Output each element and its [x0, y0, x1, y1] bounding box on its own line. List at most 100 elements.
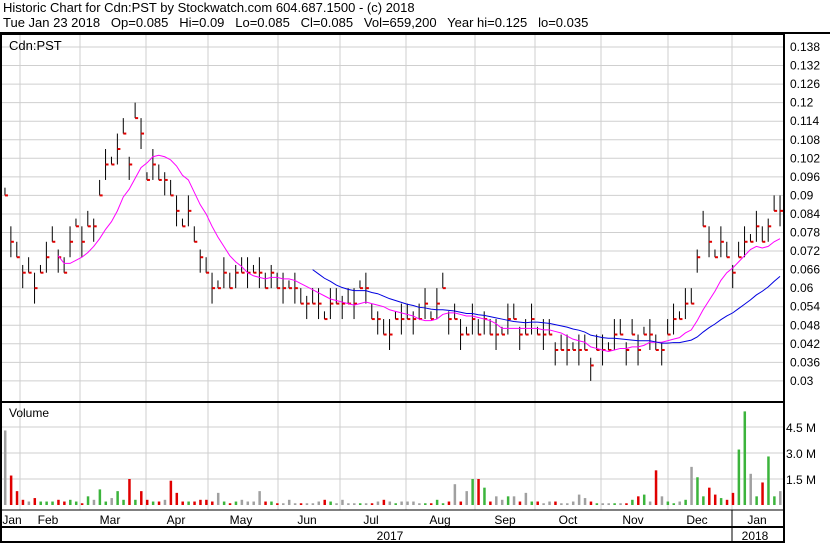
volume-bar [666, 501, 670, 505]
volume-bar [317, 501, 321, 505]
volume-bar [370, 503, 374, 505]
volume-bar [483, 487, 486, 505]
volume-bar [678, 501, 681, 505]
volume-bar [435, 499, 439, 505]
volume-bar [151, 501, 155, 505]
volume-bar [500, 499, 504, 505]
volume-bar [145, 499, 149, 505]
volume-bar [654, 470, 658, 505]
volume-bar [779, 491, 782, 505]
price-tick-label: 0.102 [790, 151, 820, 165]
volume-bar [637, 496, 640, 505]
volume-bar [571, 501, 575, 505]
volume-bar [311, 503, 315, 505]
volume-bar [240, 499, 244, 505]
volume-bar [140, 491, 143, 505]
volume-bar [33, 498, 37, 505]
volume-bar [222, 501, 226, 505]
volume-bar [737, 449, 741, 505]
volume-bar [601, 503, 605, 505]
volume-bar [341, 499, 344, 505]
volume-bar [287, 499, 291, 505]
month-label: Sep [494, 513, 516, 527]
price-panel-label: Cdn:PST [9, 38, 62, 53]
volume-bar [364, 503, 368, 505]
volume-bar [447, 501, 451, 505]
volume-bar [719, 498, 723, 505]
price-tick-label: 0.048 [790, 318, 820, 332]
volume-bar [607, 503, 610, 505]
volume-bar [394, 503, 397, 505]
volume-tick-label: 1.5 M [786, 473, 816, 487]
volume-bar [577, 494, 581, 505]
price-tick-label: 0.114 [790, 114, 819, 128]
price-tick-label: 0.066 [790, 263, 820, 277]
volume-bar [388, 501, 392, 505]
price-tick-label: 0.078 [790, 226, 820, 240]
volume-bar [767, 456, 770, 505]
volume-bar [258, 491, 261, 505]
volume-bar [400, 501, 403, 505]
volume-bar [134, 499, 137, 505]
month-label: Aug [429, 513, 450, 527]
volume-bar [536, 501, 539, 505]
volume-bar [642, 494, 646, 505]
month-label: Dec [686, 513, 707, 527]
volume-bar [264, 501, 267, 505]
volume-bar [412, 501, 415, 505]
volume-bar [358, 503, 362, 505]
volume-tick-label: 4.5 M [786, 421, 816, 435]
volume-bar [122, 499, 125, 505]
volume-bar [51, 501, 54, 505]
price-tick-label: 0.084 [790, 207, 820, 221]
volume-bar [518, 501, 522, 505]
volume-bar [246, 501, 250, 505]
volume-bar [163, 499, 167, 505]
price-tick-label: 0.108 [790, 133, 820, 147]
volume-bar [211, 501, 214, 505]
year-label: 2018 [742, 529, 769, 543]
volume-bar [305, 503, 309, 505]
volume-bar [353, 503, 356, 505]
volume-bar [15, 491, 19, 505]
volume-bar [708, 487, 711, 505]
volume-bar [725, 499, 729, 505]
volume-bar [690, 466, 693, 505]
volume-bar [560, 503, 563, 505]
volume-bar [648, 501, 652, 505]
volume-bar [542, 503, 545, 505]
volume-bar [3, 430, 7, 505]
price-tick-label: 0.036 [790, 355, 820, 369]
price-tick-label: 0.132 [790, 59, 820, 73]
month-label: Jan [2, 513, 21, 527]
volume-bar [116, 491, 119, 505]
volume-bar [566, 503, 569, 505]
volume-bar [92, 499, 96, 505]
month-label: Oct [559, 513, 578, 527]
volume-bar [57, 499, 60, 505]
volume-bar [702, 496, 705, 505]
volume-bar [530, 501, 534, 505]
volume-bar [169, 480, 173, 505]
price-tick-label: 0.054 [790, 300, 820, 314]
volume-bar [755, 496, 758, 505]
volume-bar [477, 479, 480, 505]
volume-bar [619, 503, 622, 505]
volume-bar [282, 503, 285, 505]
month-label: May [230, 513, 253, 527]
volume-bar [773, 496, 776, 505]
volume-bar [74, 501, 78, 505]
volume-bar [441, 503, 445, 505]
volume-bar [293, 503, 297, 505]
price-tick-label: 0.03 [790, 374, 814, 388]
volume-bar [672, 503, 676, 505]
volume-bar [548, 501, 551, 505]
volume-bar [45, 501, 48, 505]
month-label: Jul [363, 513, 378, 527]
volume-bar [465, 491, 468, 505]
volume-panel-label: Volume [9, 406, 49, 420]
volume-bar [382, 499, 386, 505]
volume-bar [175, 492, 179, 505]
volume-bar [69, 499, 72, 505]
volume-bar [749, 473, 752, 505]
